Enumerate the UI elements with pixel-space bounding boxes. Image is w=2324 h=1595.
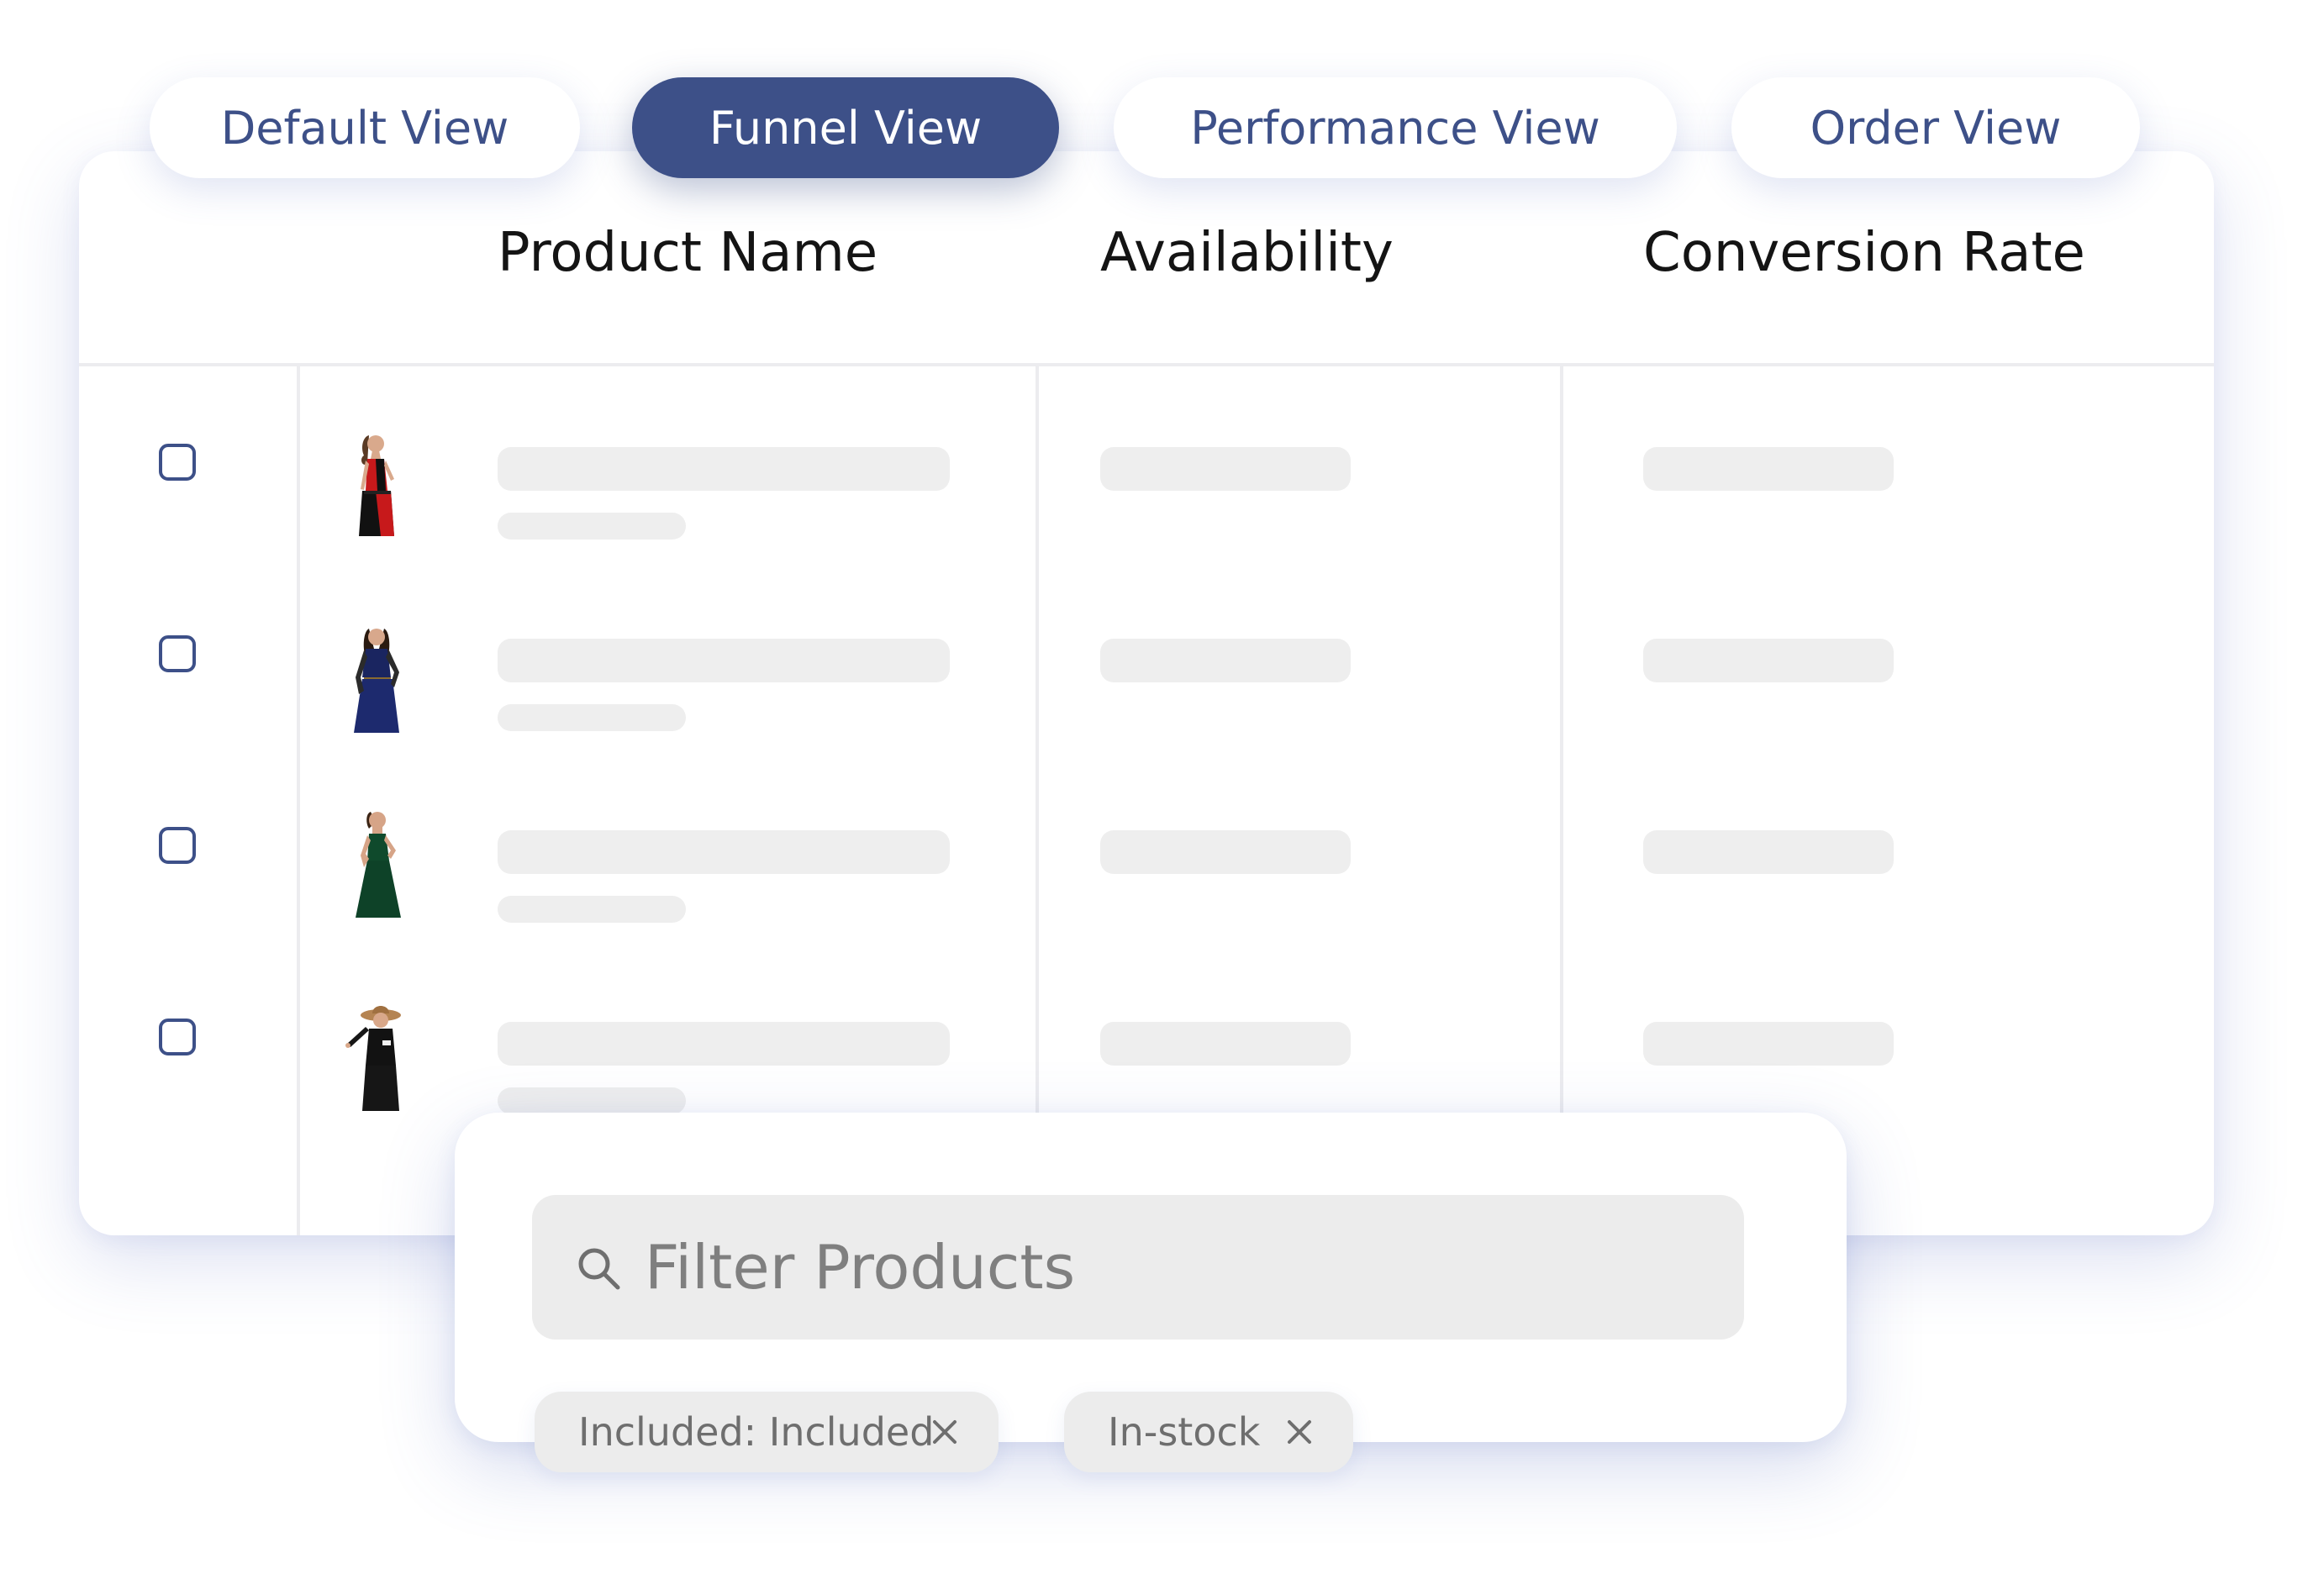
search-icon (578, 1248, 620, 1290)
product-thumbnail-green-dress (356, 812, 401, 918)
search-input[interactable]: Filter Products (532, 1195, 1744, 1340)
product-name-placeholder (498, 1022, 950, 1066)
chip-label: Included: Included (578, 1409, 935, 1455)
search-placeholder: Filter Products (645, 1232, 1076, 1303)
row-checkbox[interactable] (159, 1019, 196, 1055)
tab-default-view[interactable]: Default View (150, 77, 580, 178)
product-name-placeholder (498, 639, 950, 682)
row-checkbox[interactable] (159, 827, 196, 864)
conversion-rate-placeholder (1643, 639, 1894, 682)
tab-performance-view[interactable]: Performance View (1114, 77, 1677, 178)
conversion-rate-placeholder (1643, 1022, 1894, 1066)
column-divider (297, 366, 300, 1235)
product-subtext-placeholder (498, 513, 686, 540)
column-header-availability[interactable]: Availability (1100, 222, 1394, 284)
availability-placeholder (1100, 447, 1351, 491)
product-thumbnail-navy-lace-dress (354, 629, 399, 733)
filter-chip-in-stock[interactable]: In-stock (1064, 1392, 1353, 1472)
column-header-conversion-rate[interactable]: Conversion Rate (1643, 222, 2085, 284)
filter-chip-included[interactable]: Included: Included (535, 1392, 999, 1472)
table-header: Product Name Availability Conversion Rat… (79, 151, 2214, 366)
availability-placeholder (1100, 830, 1351, 874)
conversion-rate-placeholder (1643, 830, 1894, 874)
product-name-placeholder (498, 830, 950, 874)
availability-placeholder (1100, 639, 1351, 682)
product-name-placeholder (498, 447, 950, 491)
product-subtext-placeholder (498, 896, 686, 923)
product-thumbnail-black-dress-hat (345, 1006, 401, 1111)
column-header-product-name[interactable]: Product Name (498, 222, 877, 284)
tab-funnel-view[interactable]: Funnel View (632, 77, 1059, 178)
conversion-rate-placeholder (1643, 447, 1894, 491)
column-divider (1560, 366, 1563, 1235)
product-table: Product Name Availability Conversion Rat… (79, 151, 2214, 1235)
close-icon[interactable] (930, 1417, 960, 1447)
availability-placeholder (1100, 1022, 1351, 1066)
product-thumbnail-red-black-dress (359, 435, 394, 536)
row-checkbox[interactable] (159, 635, 196, 672)
column-divider (1036, 366, 1039, 1235)
product-subtext-placeholder (498, 1087, 686, 1114)
close-icon[interactable] (1284, 1417, 1315, 1447)
row-checkbox[interactable] (159, 444, 196, 481)
tab-order-view[interactable]: Order View (1731, 77, 2140, 178)
chip-label: In-stock (1108, 1409, 1261, 1455)
product-subtext-placeholder (498, 704, 686, 731)
